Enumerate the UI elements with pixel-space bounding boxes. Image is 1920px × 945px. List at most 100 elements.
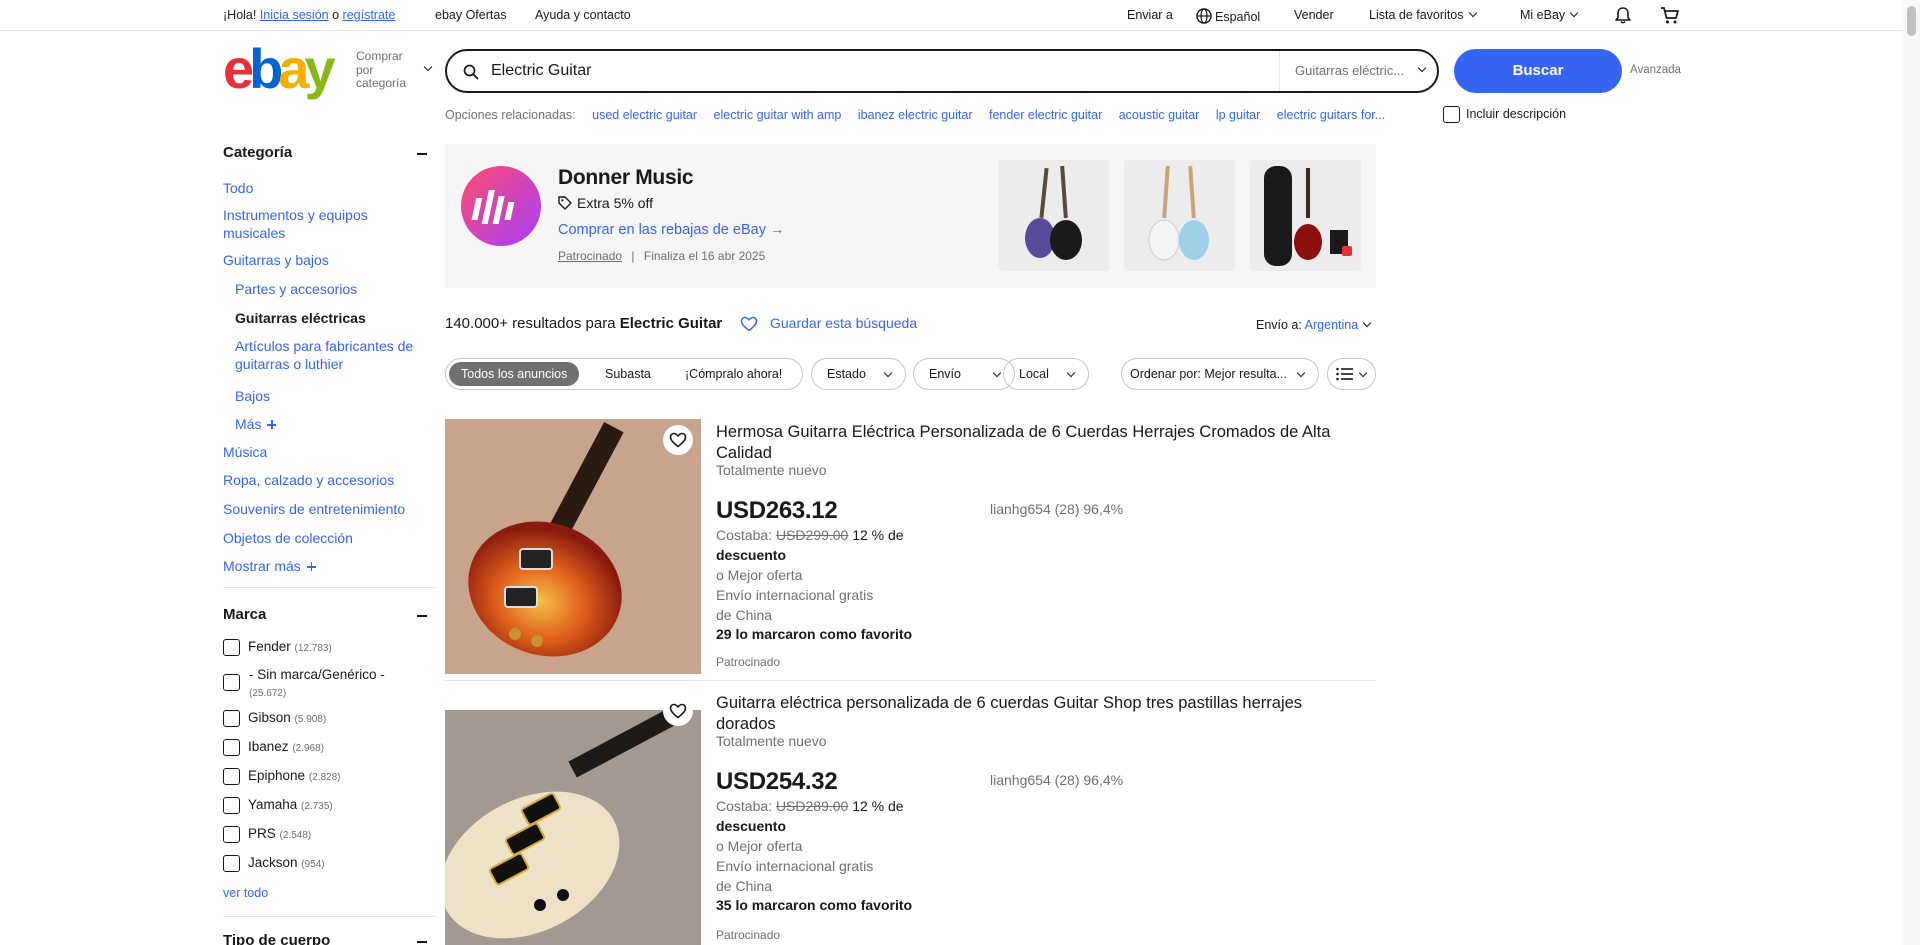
condition-filter[interactable]: Estado [811, 358, 906, 390]
checkbox-box[interactable] [223, 738, 240, 756]
search-button[interactable]: Buscar [1454, 49, 1622, 93]
checkbox-box[interactable] [223, 796, 240, 814]
collapse-icon[interactable] [417, 941, 427, 943]
related-link[interactable]: ibanez electric guitar [858, 108, 973, 122]
brand-count: (2.548) [279, 830, 312, 841]
brand-filter-prs[interactable]: PRS (2.548) [223, 825, 311, 844]
tab-auction[interactable]: Subasta [593, 362, 663, 386]
brand-name: Epiphone [248, 768, 306, 783]
checkbox-box[interactable] [1443, 106, 1460, 123]
category-select[interactable]: Guitarras eléctric... [1279, 51, 1439, 91]
ship-to-country[interactable]: Argentina [1305, 318, 1359, 332]
category-link-guitars-basses[interactable]: Guitarras y bajos [223, 251, 329, 269]
language-selector[interactable]: Español [1196, 8, 1260, 24]
body-type-heading[interactable]: Tipo de cuerpo [223, 932, 435, 945]
category-link-instruments[interactable]: Instrumentos y equipos musicales [223, 206, 403, 242]
listing-shipping: Envío internacional gratis [716, 858, 874, 874]
search-input[interactable] [491, 60, 1261, 82]
category-more-button[interactable]: Más [235, 415, 277, 433]
category-link-collectibles[interactable]: Objetos de colección [223, 529, 353, 547]
include-description-label: Incluir descripción [1466, 106, 1567, 121]
ebay-logo[interactable]: ebay [223, 41, 343, 97]
collapse-icon[interactable] [417, 615, 427, 617]
category-link-parts[interactable]: Partes y accesorios [235, 280, 357, 298]
watch-button[interactable] [663, 696, 693, 726]
sell-link[interactable]: Vender [1294, 8, 1334, 22]
related-link[interactable]: lp guitar [1216, 108, 1260, 122]
listing-image[interactable] [445, 690, 701, 945]
checkbox-box[interactable] [223, 709, 240, 727]
banner-product-image-kit[interactable] [1250, 160, 1361, 271]
ship-to-selector[interactable]: Envío a: Argentina [1256, 318, 1372, 332]
brand-filter-unbranded[interactable]: - Sin marca/Genérico - (25.672) [223, 666, 435, 702]
related-link[interactable]: electric guitar with amp [714, 108, 842, 122]
category-link-luthier[interactable]: Artículos para fabricantes de guitarras … [235, 337, 430, 373]
ship-to-link[interactable]: Enviar a [1127, 8, 1173, 22]
advanced-search-link[interactable]: Avanzada [1630, 64, 1681, 76]
related-label: Opciones relacionadas: [445, 108, 576, 122]
category-link-music[interactable]: Música [223, 443, 267, 461]
include-description-checkbox[interactable]: Incluir descripción [1443, 106, 1566, 123]
watch-button[interactable] [663, 425, 693, 455]
register-link[interactable]: regístrate [343, 8, 396, 22]
brand-name: Ibanez [248, 739, 289, 754]
brand-filter-fender[interactable]: Fender (12.783) [223, 638, 332, 657]
brand-filter-gibson[interactable]: Gibson (5.908) [223, 709, 326, 728]
checkbox-box[interactable] [223, 825, 240, 843]
listing-sponsored[interactable]: Patrocinado [716, 928, 780, 942]
checkbox-box[interactable] [223, 638, 240, 656]
listing-origin: de China [716, 878, 773, 894]
my-ebay-menu[interactable]: Mi eBay [1520, 8, 1579, 22]
listing-image[interactable] [445, 419, 701, 674]
checkbox-box[interactable] [223, 674, 240, 691]
category-show-more-button[interactable]: Mostrar más [223, 557, 316, 575]
related-link[interactable]: used electric guitar [592, 108, 697, 122]
logo-letter-e: e [223, 37, 254, 100]
scrollbar[interactable] [1903, 0, 1920, 945]
sponsored-banner[interactable]: Donner Music Extra 5% off Comprar en las… [445, 144, 1376, 288]
deals-link[interactable]: ebay Ofertas [435, 8, 507, 22]
tab-buy-it-now[interactable]: ¡Cómpralo ahora! [673, 362, 794, 386]
local-filter[interactable]: Local [1003, 358, 1089, 390]
cart-icon[interactable] [1660, 6, 1680, 25]
greeting: ¡Hola! Inicia sesión o regístrate [223, 8, 395, 22]
view-toggle[interactable] [1327, 358, 1376, 390]
listing-condition: Totalmente nuevo [716, 733, 827, 749]
category-link-entertainment[interactable]: Souvenirs de entretenimiento [223, 500, 405, 518]
sort-dropdown[interactable]: Ordenar por: Mejor resulta... [1121, 358, 1319, 390]
listing-title[interactable]: Hermosa Guitarra Eléctrica Personalizada… [716, 422, 1366, 464]
related-link[interactable]: acoustic guitar [1119, 108, 1200, 122]
category-link-clothing[interactable]: Ropa, calzado y accesorios [223, 471, 394, 489]
listing-sponsored[interactable]: Patrocinado [716, 655, 780, 669]
banner-product-image-purple[interactable] [998, 160, 1109, 271]
brand-filter-jackson[interactable]: Jackson (954) [223, 854, 325, 873]
shop-by-category-button[interactable]: Comprar por categoría [356, 49, 416, 91]
banner-cta-link[interactable]: Comprar en las rebajas de eBay → [558, 222, 784, 238]
listing-seller: lianhg654 (28) 96,4% [990, 772, 1124, 788]
shipping-filter[interactable]: Envío [913, 358, 1015, 390]
bell-icon[interactable] [1614, 6, 1632, 25]
tab-all-listings[interactable]: Todos los anuncios [449, 362, 580, 386]
collapse-icon[interactable] [417, 153, 427, 155]
brand-filter-ibanez[interactable]: Ibanez (2.968) [223, 738, 324, 757]
brand-heading[interactable]: Marca [223, 606, 435, 626]
watchlist-menu[interactable]: Lista de favoritos [1369, 8, 1477, 22]
scrollbar-thumb[interactable] [1907, 6, 1916, 36]
related-link[interactable]: fender electric guitar [989, 108, 1102, 122]
signin-link[interactable]: Inicia sesión [260, 8, 329, 22]
chevron-down-icon [883, 368, 893, 378]
brand-filter-yamaha[interactable]: Yamaha (2.735) [223, 796, 333, 815]
checkbox-box[interactable] [223, 854, 240, 872]
help-link[interactable]: Ayuda y contacto [535, 8, 631, 22]
save-search-button[interactable]: Guardar esta búsqueda [740, 315, 917, 332]
category-link-basses[interactable]: Bajos [235, 387, 270, 405]
checkbox-box[interactable] [223, 767, 240, 785]
brand-see-all-link[interactable]: ver todo [223, 884, 268, 902]
banner-sponsored[interactable]: Patrocinado [558, 249, 622, 263]
brand-filter-epiphone[interactable]: Epiphone (2.828) [223, 767, 341, 786]
category-heading[interactable]: Categoría [223, 144, 435, 164]
category-link-all[interactable]: Todo [223, 179, 253, 197]
related-link[interactable]: electric guitars for... [1277, 108, 1385, 122]
listing-title[interactable]: Guitarra eléctrica personalizada de 6 cu… [716, 693, 1366, 735]
banner-product-image-blue[interactable] [1124, 160, 1235, 271]
